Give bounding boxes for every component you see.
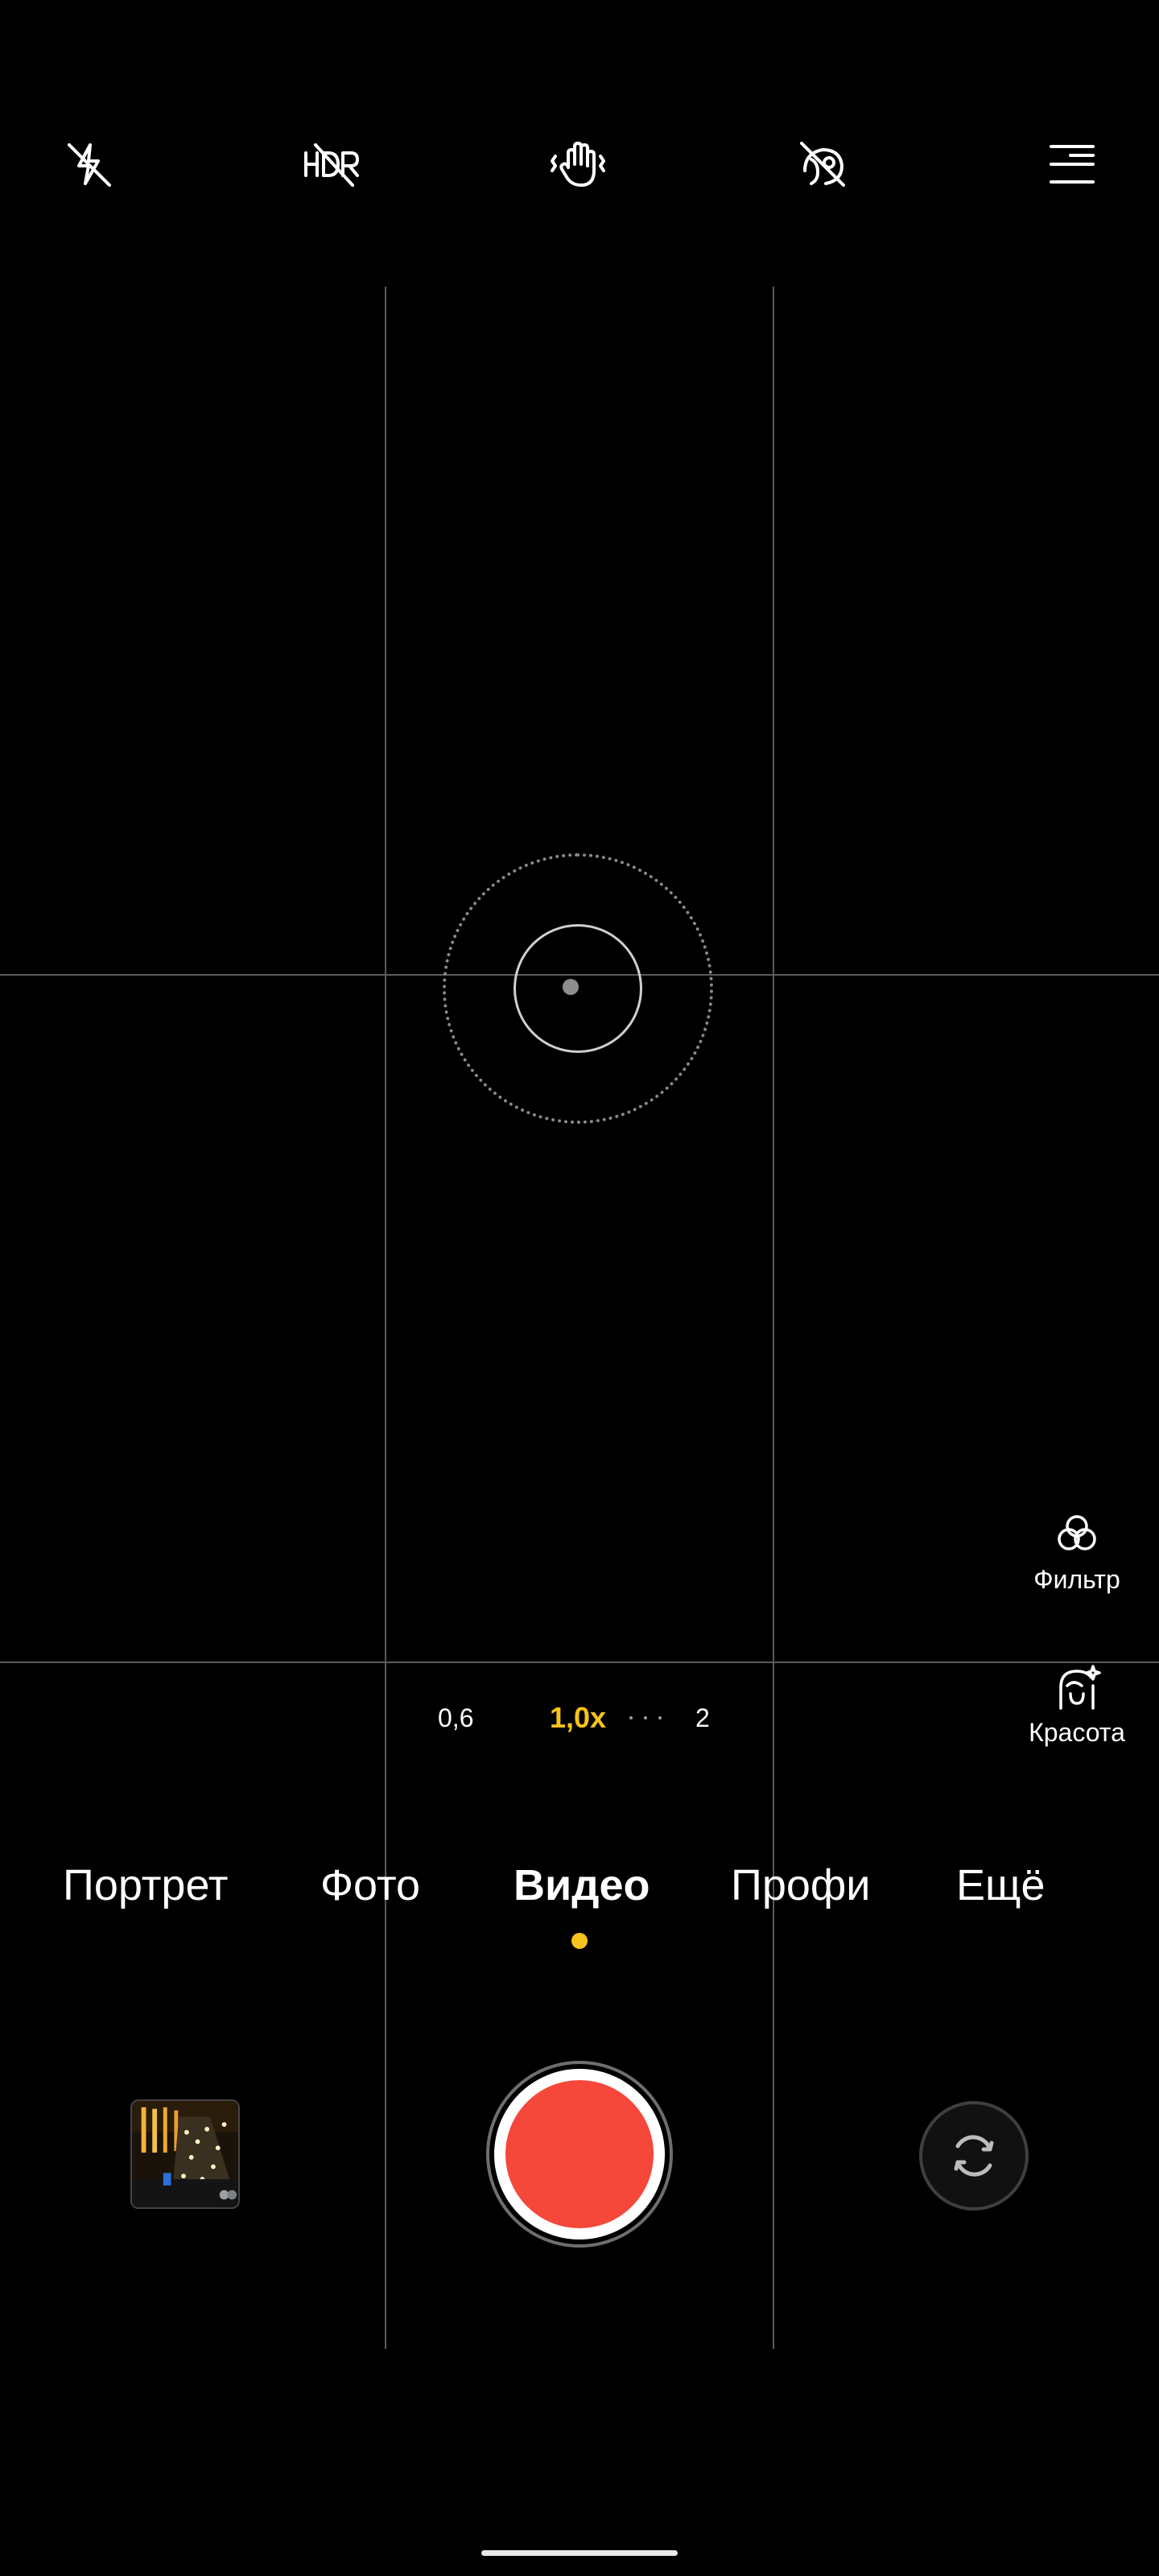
zoom-0-6[interactable]: 0,6 <box>438 1699 473 1737</box>
zoom-1x[interactable]: 1,0x <box>550 1699 606 1737</box>
filter-icon <box>1058 1515 1096 1550</box>
filter-label: Фильтр <box>1033 1565 1120 1594</box>
record-button[interactable] <box>505 2080 654 2228</box>
focus-point <box>563 979 579 995</box>
mode-more[interactable]: Ещё <box>956 1860 1045 1911</box>
switch-camera-icon <box>954 2135 994 2177</box>
beauty-icon <box>1059 1665 1101 1710</box>
mode-portrait[interactable]: Портрет <box>63 1860 228 1911</box>
active-mode-indicator <box>571 1933 588 1949</box>
mode-pro[interactable]: Профи <box>731 1860 870 1911</box>
beauty-label: Красота <box>1029 1718 1125 1747</box>
mode-video[interactable]: Видео <box>514 1860 650 1911</box>
flash-off-icon[interactable] <box>56 132 121 196</box>
grid-line-right <box>773 287 774 2349</box>
stabilization-icon[interactable] <box>546 132 610 196</box>
beauty-button[interactable]: Красота <box>1004 1662 1149 1748</box>
grid-line-left <box>385 287 386 2349</box>
ai-scene-off-icon[interactable] <box>790 132 855 196</box>
filter-button[interactable]: Фильтр <box>1004 1509 1149 1595</box>
grid-line-bottom <box>0 1662 1159 1663</box>
gallery-thumbnail[interactable] <box>130 2099 240 2209</box>
home-indicator[interactable] <box>481 2550 678 2556</box>
mode-photo[interactable]: Фото <box>320 1860 420 1911</box>
switch-camera-button[interactable] <box>919 2101 1029 2211</box>
hdr-off-icon[interactable] <box>299 132 364 196</box>
menu-icon[interactable] <box>1040 132 1104 196</box>
zoom-2[interactable]: 2 <box>695 1699 710 1737</box>
zoom-dots <box>629 1716 662 1719</box>
